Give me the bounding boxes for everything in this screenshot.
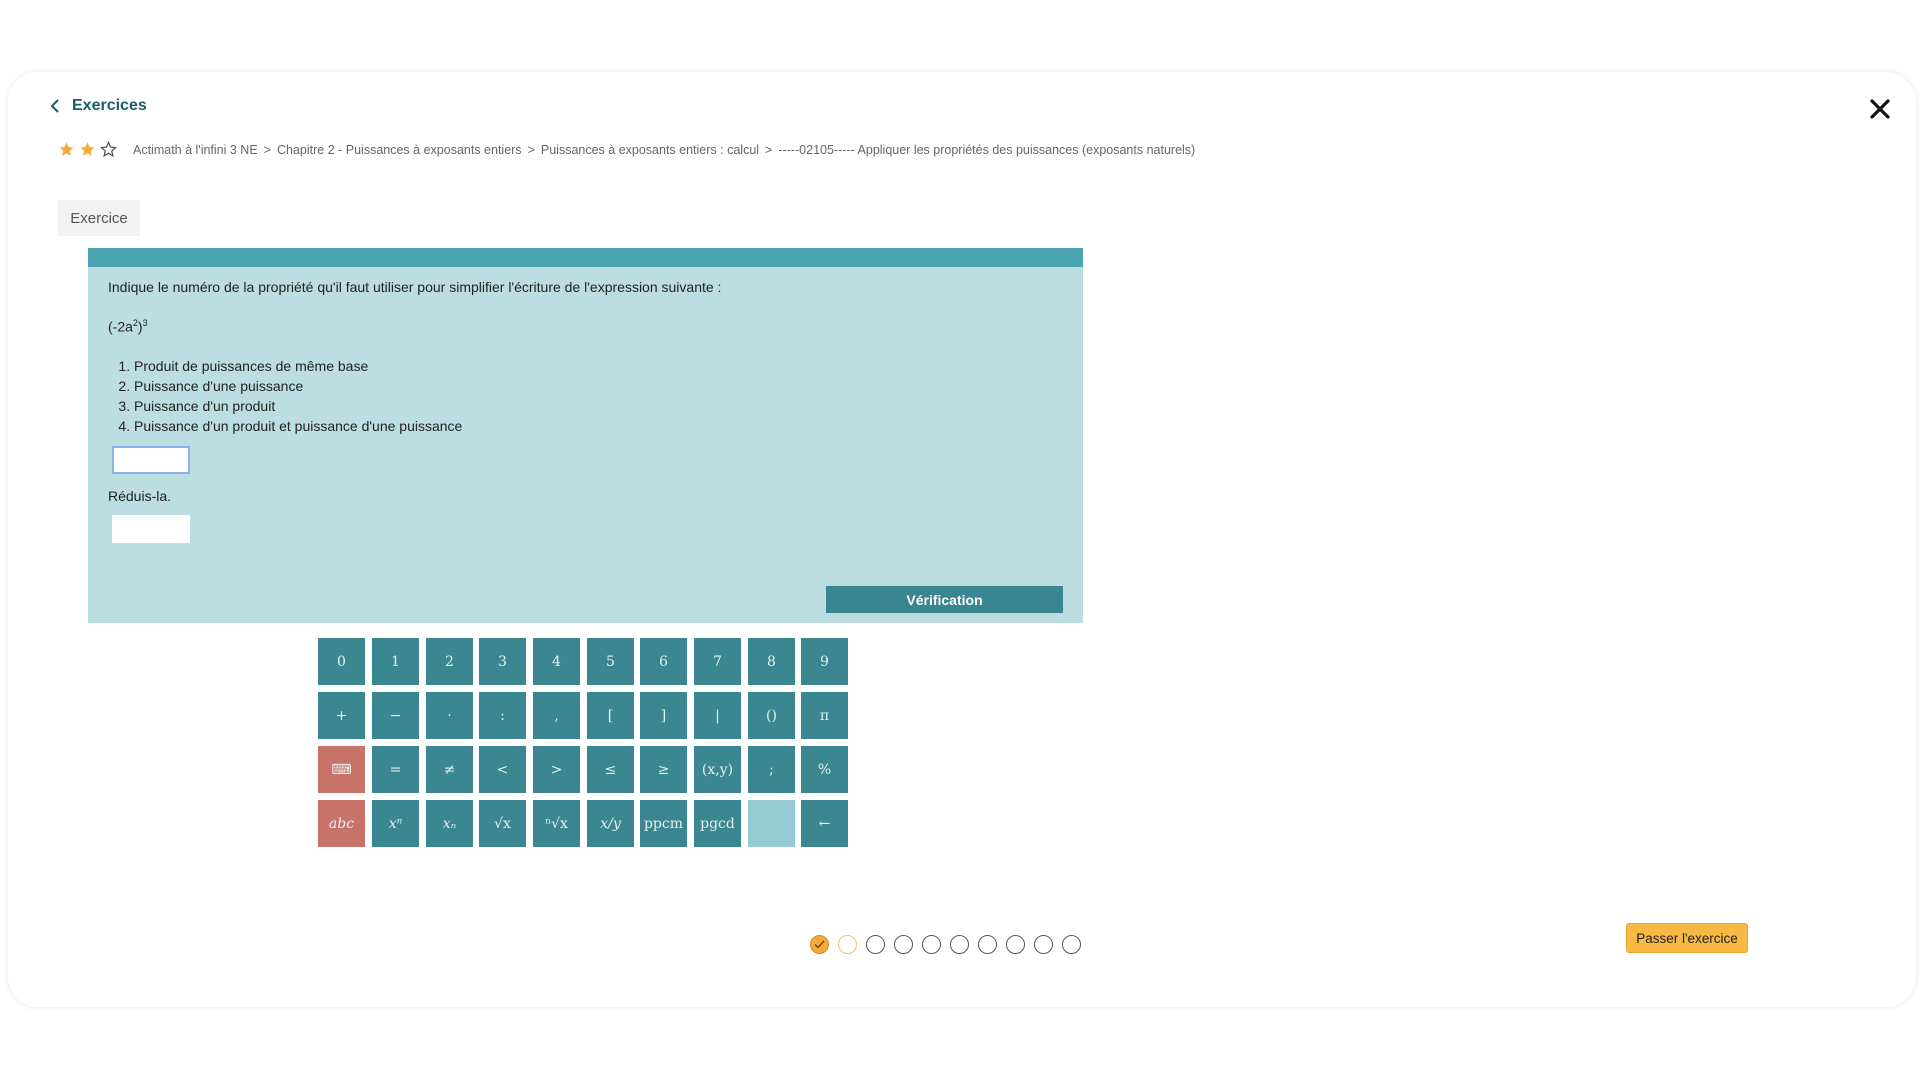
- progress-step[interactable]: [1062, 935, 1081, 954]
- breadcrumb-item-exercise: -----02105----- Appliquer les propriétés…: [778, 142, 1196, 157]
- progress-step[interactable]: [866, 935, 885, 954]
- progress-step[interactable]: [922, 935, 941, 954]
- key-fraction[interactable]: x/y: [587, 800, 634, 847]
- key-greater-than[interactable]: >: [533, 746, 580, 793]
- star-empty-icon: [100, 141, 117, 158]
- math-expression: (-2a2)3: [108, 318, 148, 335]
- key-abc[interactable]: abc: [318, 800, 365, 847]
- progress-step-completed[interactable]: [810, 935, 829, 954]
- breadcrumb-item-book[interactable]: Actimath à l'infini 3 NE: [133, 143, 258, 157]
- list-item: Puissance d'une puissance: [134, 376, 462, 396]
- reduced-expression-input[interactable]: [112, 515, 190, 543]
- reduce-label: Réduis-la.: [108, 488, 172, 504]
- question-text: Indique le numéro de la propriété qu'il …: [108, 279, 722, 295]
- key-backspace[interactable]: ←: [801, 800, 848, 847]
- progress-step[interactable]: [978, 935, 997, 954]
- list-item: Produit de puissances de même base: [134, 356, 462, 376]
- progress-step[interactable]: [894, 935, 913, 954]
- breadcrumb: Actimath à l'infini 3 NE > Chapitre 2 - …: [58, 141, 1195, 158]
- key-0[interactable]: 0: [318, 638, 365, 685]
- key-comma[interactable]: ,: [533, 692, 580, 739]
- key-percent[interactable]: %: [801, 746, 848, 793]
- key-coordinates[interactable]: (x,y): [694, 746, 741, 793]
- exercise-panel: Indique le numéro de la propriété qu'il …: [88, 248, 1083, 623]
- progress-step[interactable]: [1006, 935, 1025, 954]
- key-4[interactable]: 4: [533, 638, 580, 685]
- key-greater-equal[interactable]: ≥: [640, 746, 687, 793]
- key-8[interactable]: 8: [748, 638, 795, 685]
- key-close-bracket[interactable]: ]: [640, 692, 687, 739]
- difficulty-stars: [58, 141, 117, 158]
- keyboard-icon[interactable]: ⌨: [318, 746, 365, 793]
- property-number-input[interactable]: [112, 446, 190, 474]
- key-plus[interactable]: +: [318, 692, 365, 739]
- panel-header-bar: [88, 248, 1083, 267]
- key-pgcd[interactable]: pgcd: [694, 800, 741, 847]
- key-9[interactable]: 9: [801, 638, 848, 685]
- key-blank: [748, 800, 795, 847]
- key-semicolon[interactable]: ;: [748, 746, 795, 793]
- key-divide-colon[interactable]: :: [479, 692, 526, 739]
- key-absolute-bar[interactable]: |: [694, 692, 741, 739]
- key-pi[interactable]: π: [801, 692, 848, 739]
- key-not-equal[interactable]: ≠: [426, 746, 473, 793]
- tab-exercice[interactable]: Exercice: [58, 200, 140, 236]
- key-1[interactable]: 1: [372, 638, 419, 685]
- progress-step-current[interactable]: [838, 935, 857, 954]
- key-less-than[interactable]: <: [479, 746, 526, 793]
- exercise-progress: [810, 935, 1081, 954]
- close-icon[interactable]: [1866, 95, 1894, 123]
- key-minus[interactable]: −: [372, 692, 419, 739]
- key-nth-root[interactable]: ⁿ√x: [533, 800, 580, 847]
- skip-exercise-button[interactable]: Passer l'exercice: [1626, 923, 1748, 953]
- breadcrumb-separator: >: [263, 142, 271, 157]
- chevron-left-icon: [50, 99, 59, 113]
- list-item: Puissance d'un produit et puissance d'un…: [134, 416, 462, 436]
- key-multiply-dot[interactable]: ·: [426, 692, 473, 739]
- properties-list: Produit de puissances de même base Puiss…: [110, 356, 462, 436]
- key-open-bracket[interactable]: [: [587, 692, 634, 739]
- star-filled-icon: [80, 142, 95, 156]
- progress-step[interactable]: [1034, 935, 1053, 954]
- progress-step[interactable]: [950, 935, 969, 954]
- key-equals[interactable]: =: [372, 746, 419, 793]
- list-item: Puissance d'un produit: [134, 396, 462, 416]
- key-7[interactable]: 7: [694, 638, 741, 685]
- back-to-exercises-link[interactable]: Exercices: [50, 97, 147, 115]
- key-3[interactable]: 3: [479, 638, 526, 685]
- star-filled-icon: [59, 142, 74, 156]
- key-less-equal[interactable]: ≤: [587, 746, 634, 793]
- breadcrumb-item-section[interactable]: Puissances à exposants entiers : calcul: [541, 143, 759, 157]
- back-label: Exercices: [72, 97, 147, 114]
- breadcrumb-separator: >: [765, 142, 773, 157]
- key-subscript[interactable]: xₙ: [426, 800, 473, 847]
- key-ppcm[interactable]: ppcm: [640, 800, 687, 847]
- key-6[interactable]: 6: [640, 638, 687, 685]
- key-power[interactable]: xⁿ: [372, 800, 419, 847]
- breadcrumb-separator: >: [527, 142, 535, 157]
- breadcrumb-item-chapter[interactable]: Chapitre 2 - Puissances à exposants enti…: [277, 143, 522, 157]
- key-square-root[interactable]: √x: [479, 800, 526, 847]
- verify-button[interactable]: Vérification: [826, 586, 1063, 613]
- key-parentheses[interactable]: (): [748, 692, 795, 739]
- key-5[interactable]: 5: [587, 638, 634, 685]
- key-2[interactable]: 2: [426, 638, 473, 685]
- check-icon: [814, 940, 825, 949]
